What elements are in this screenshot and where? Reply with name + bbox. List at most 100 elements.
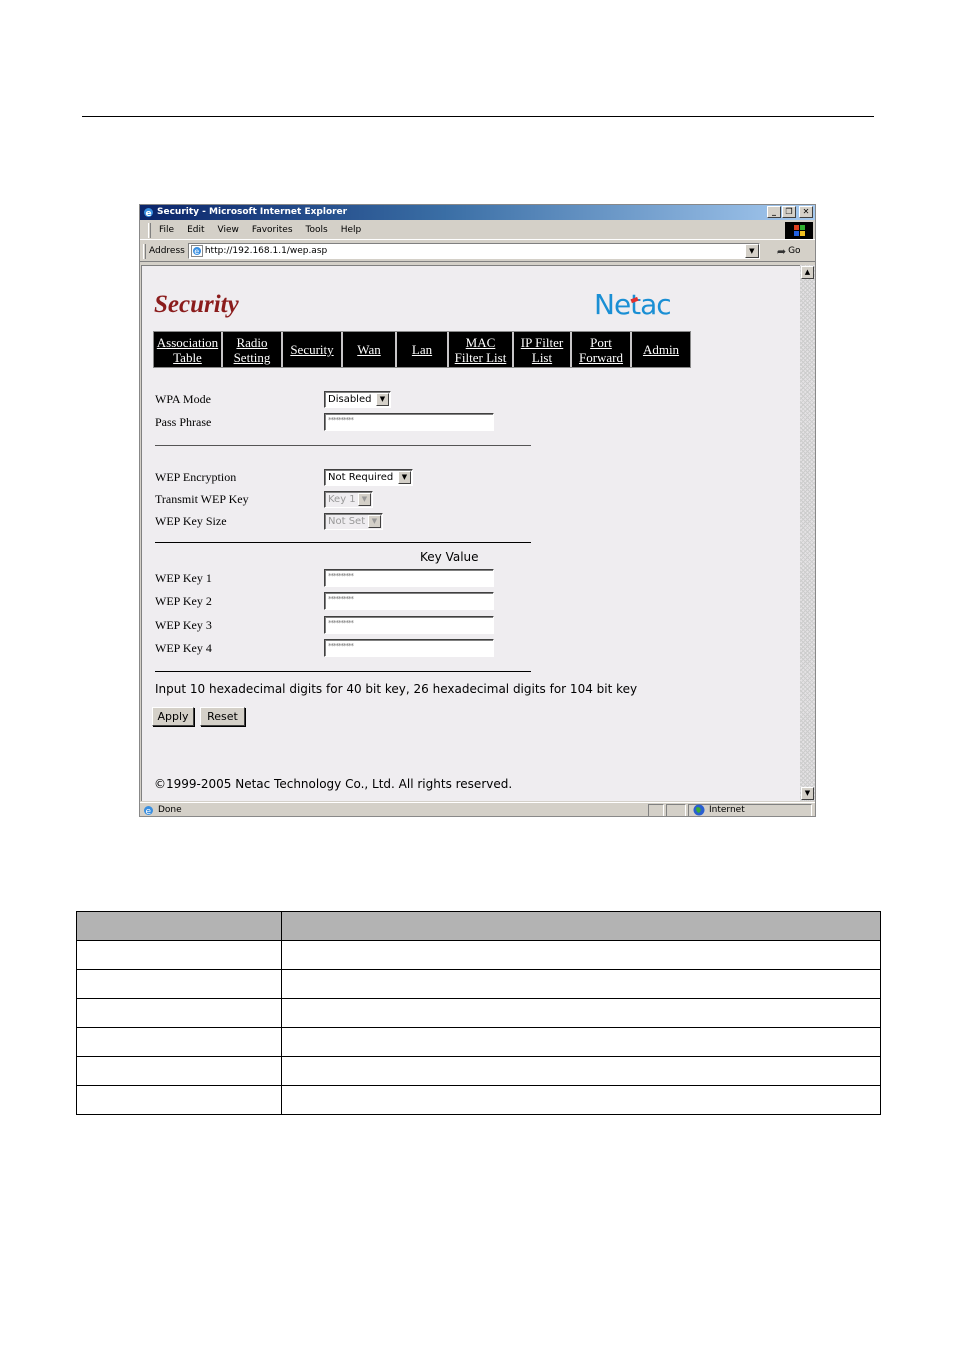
nav-mac-filter-list[interactable]: MAC Filter List	[449, 332, 514, 367]
nav-admin[interactable]: Admin	[632, 332, 690, 367]
table-cell	[281, 969, 881, 999]
page-title: Security	[154, 291, 239, 318]
dropdown-arrow-icon: ▼	[368, 515, 381, 528]
menu-view[interactable]: View	[218, 225, 239, 235]
nav-bar: Association Table Radio Setting Security W…	[153, 331, 691, 368]
address-url: http://192.168.1.1/wep.asp	[204, 246, 328, 256]
menu-help[interactable]: Help	[341, 225, 362, 235]
globe-icon	[693, 804, 705, 816]
transmit-wep-key-label: Transmit WEP Key	[155, 492, 249, 506]
nav-label: IP Filter	[520, 334, 564, 350]
nav-association-table[interactable]: Association Table	[154, 332, 223, 367]
restore-button[interactable]: ❐	[782, 206, 796, 218]
page-content: Security Netac Association Table Radio Set…	[141, 265, 801, 801]
ie-page-icon: e	[190, 245, 203, 257]
address-bar: Address e http://192.168.1.1/wep.asp ▼ ➦…	[140, 241, 815, 262]
wep-key-hint: Input 10 hexadecimal digits for 40 bit k…	[155, 682, 638, 696]
wep-key-size-select[interactable]: Not Set ▼	[324, 513, 383, 530]
wep-key-1-label: WEP Key 1	[155, 571, 212, 585]
copyright-text: ©1999-2005 Netac Technology Co., Ltd. Al…	[154, 777, 513, 791]
address-dropdown-button[interactable]: ▼	[744, 244, 759, 258]
status-text: Done	[158, 805, 182, 815]
nav-wan[interactable]: Wan	[343, 332, 397, 367]
toolbar-grip[interactable]	[143, 243, 146, 259]
menu-bar: File Edit View Favorites Tools Help	[140, 221, 815, 240]
svg-text:e: e	[146, 209, 152, 218]
wep-key-size-label: WEP Key Size	[155, 514, 227, 528]
table-header-cell	[76, 911, 282, 941]
dropdown-arrow-icon: ▼	[358, 493, 371, 506]
wep-key-3-input[interactable]: **********	[324, 616, 494, 634]
menu-favorites[interactable]: Favorites	[252, 225, 293, 235]
minimize-button[interactable]: _	[767, 206, 781, 218]
menu-edit[interactable]: Edit	[187, 225, 204, 235]
nav-radio-setting[interactable]: Radio Setting	[223, 332, 283, 367]
transmit-wep-key-select[interactable]: Key 1 ▼	[324, 491, 373, 508]
wep-key-2-input[interactable]: **********	[324, 592, 494, 610]
window-title: Security - Microsoft Internet Explorer	[157, 207, 348, 217]
zone-label: Internet	[709, 805, 745, 815]
nav-label: Port	[590, 334, 612, 350]
nav-label: Forward	[578, 349, 624, 365]
nav-label: Lan	[411, 342, 433, 357]
table-cell	[76, 1085, 282, 1115]
table-cell	[281, 940, 881, 970]
wep-encryption-label: WEP Encryption	[155, 470, 237, 484]
table-cell	[281, 1027, 881, 1057]
table-cell	[76, 969, 282, 999]
key-value-header: Key Value	[420, 550, 479, 564]
reset-button[interactable]: Reset	[200, 707, 245, 726]
select-value: Key 1	[328, 494, 356, 505]
table-cell	[281, 998, 881, 1028]
address-label: Address	[149, 246, 185, 256]
nav-label: MAC	[465, 334, 496, 350]
scroll-down-button[interactable]: ▼	[801, 787, 814, 800]
apply-button[interactable]: Apply	[152, 707, 194, 726]
select-value: Disabled	[328, 394, 372, 405]
table-header-cell	[281, 911, 881, 941]
nav-label: Table	[173, 349, 202, 365]
document-table	[76, 911, 881, 1115]
nav-label: Wan	[357, 342, 381, 357]
go-button[interactable]: ➦ Go	[777, 245, 801, 258]
nav-lan[interactable]: Lan	[397, 332, 449, 367]
nav-port-forward[interactable]: Port Forward	[572, 332, 632, 367]
table-row	[76, 1027, 881, 1057]
go-arrow-icon: ➦	[776, 244, 787, 258]
toolbar-grip[interactable]	[148, 222, 151, 238]
brand-text: Netac	[594, 288, 672, 321]
vertical-scrollbar[interactable]: ▲ ▼	[800, 265, 815, 801]
scroll-up-button[interactable]: ▲	[801, 266, 814, 279]
pass-phrase-label: Pass Phrase	[155, 415, 212, 429]
select-value: Not Set	[328, 516, 366, 527]
select-value: Not Required	[328, 472, 394, 483]
menu-file[interactable]: File	[159, 225, 174, 235]
address-input[interactable]: e http://192.168.1.1/wep.asp ▼	[187, 243, 760, 259]
ie-icon: e	[144, 208, 153, 218]
nav-security[interactable]: Security	[283, 332, 343, 367]
wep-key-4-input[interactable]: **********	[324, 639, 494, 657]
nav-label: Filter List	[454, 349, 507, 365]
pass-phrase-input[interactable]: **********	[324, 413, 494, 431]
wep-key-1-input[interactable]: **********	[324, 569, 494, 587]
dropdown-arrow-icon: ▼	[376, 393, 389, 406]
table-row	[76, 1056, 881, 1086]
table-cell	[76, 1027, 282, 1057]
table-row	[76, 1085, 881, 1115]
table-row	[76, 998, 881, 1028]
nav-ip-filter-list[interactable]: IP Filter List	[514, 332, 572, 367]
wep-key-2-label: WEP Key 2	[155, 594, 212, 608]
table-cell	[76, 1056, 282, 1086]
svg-text:e: e	[194, 247, 199, 256]
go-label: Go	[788, 246, 801, 256]
wep-key-4-label: WEP Key 4	[155, 641, 212, 655]
wpa-mode-select[interactable]: Disabled ▼	[324, 391, 391, 408]
table-cell	[76, 998, 282, 1028]
ie-page-icon: e	[144, 805, 153, 816]
svg-text:e: e	[146, 807, 152, 816]
menu-tools[interactable]: Tools	[306, 225, 328, 235]
nav-label: Radio	[236, 334, 268, 350]
close-button[interactable]: ✕	[799, 206, 813, 218]
wpa-mode-label: WPA Mode	[155, 392, 211, 406]
wep-encryption-select[interactable]: Not Required ▼	[324, 469, 413, 486]
